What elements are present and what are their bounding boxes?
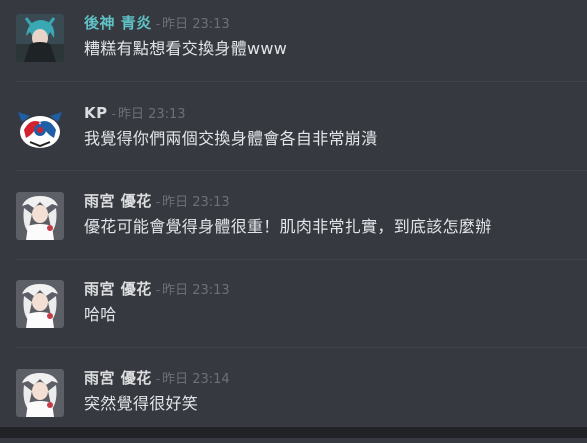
message-header: KP - 昨日 23:13 [84, 102, 186, 126]
avatar-red-blue-mascot-icon[interactable] [16, 104, 64, 152]
header-separator: - [155, 283, 161, 297]
message-content: 哈哈 [84, 305, 117, 324]
bottom-bar [0, 427, 587, 438]
message-divider [16, 347, 587, 348]
message-header: 雨宮 優花 - 昨日 23:14 [84, 367, 230, 391]
avatar-white-haired-girl-icon[interactable] [16, 280, 64, 328]
message-divider [16, 259, 587, 260]
message-content: 優花可能會覺得身體很重！肌肉非常扎實，到底該怎麼辦 [84, 217, 492, 236]
timestamp[interactable]: 昨日 23:13 [162, 17, 230, 32]
username[interactable]: 雨宮 優花 [84, 192, 152, 210]
chat-message-list[interactable]: 後神 青炎 - 昨日 23:13 糟糕有點想看交換身體www KP - 昨日 23:13… [0, 0, 587, 427]
message-content: 突然覺得很好笑 [84, 394, 199, 413]
timestamp[interactable]: 昨日 23:13 [162, 195, 230, 210]
header-separator: - [111, 107, 116, 121]
message-group: 雨宮 優花 - 昨日 23:13 哈哈 [0, 266, 587, 354]
message-content: 我覺得你們兩個交換身體會各自非常崩潰 [84, 129, 378, 148]
username[interactable]: 雨宮 優花 [84, 280, 152, 298]
message-group: KP - 昨日 23:13 我覺得你們兩個交換身體會各自非常崩潰 [0, 90, 587, 178]
message-divider [16, 170, 587, 171]
message-content: 糟糕有點想看交換身體www [84, 39, 288, 58]
message-header: 雨宮 優花 - 昨日 23:13 [84, 278, 230, 302]
header-separator: - [155, 17, 161, 31]
username[interactable]: 雨宮 優花 [84, 369, 152, 387]
avatar-white-haired-girl-icon[interactable] [16, 192, 64, 240]
username[interactable]: 後神 青炎 [84, 14, 152, 32]
header-separator: - [155, 195, 161, 209]
username[interactable]: KP [84, 104, 108, 122]
message-header: 後神 青炎 - 昨日 23:13 [84, 12, 230, 36]
header-separator: - [155, 372, 161, 386]
timestamp[interactable]: 昨日 23:13 [162, 283, 230, 298]
avatar-white-haired-girl-icon[interactable] [16, 369, 64, 417]
message-group: 後神 青炎 - 昨日 23:13 糟糕有點想看交換身體www [0, 0, 587, 88]
message-divider [16, 81, 587, 82]
avatar-blue-haired-character-icon[interactable] [16, 14, 64, 62]
message-header: 雨宮 優花 - 昨日 23:13 [84, 190, 230, 214]
timestamp[interactable]: 昨日 23:14 [162, 372, 230, 387]
timestamp[interactable]: 昨日 23:13 [118, 107, 186, 122]
message-group: 雨宮 優花 - 昨日 23:13 優花可能會覺得身體很重！肌肉非常扎實，到底該怎麼辦 [0, 178, 587, 266]
